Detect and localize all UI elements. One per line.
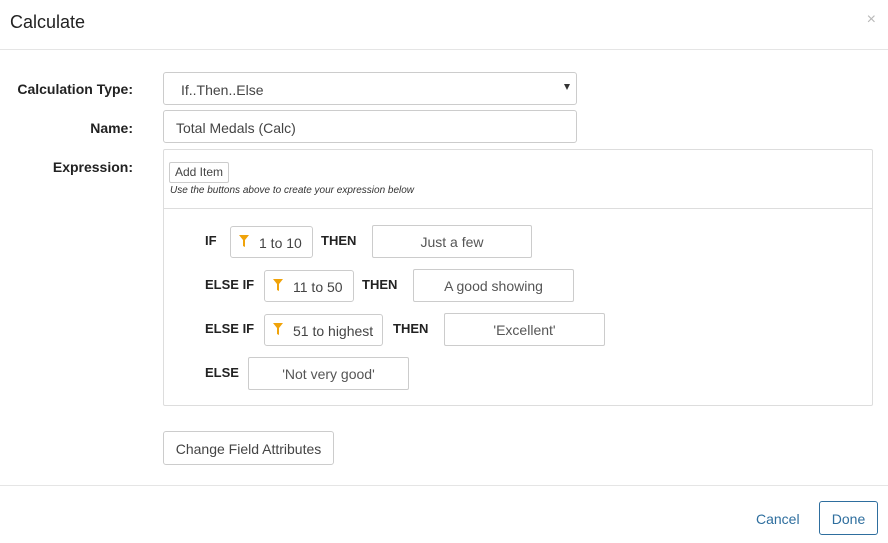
else-keyword: ELSE xyxy=(205,365,239,380)
close-icon[interactable]: × xyxy=(867,12,876,28)
funnel-icon xyxy=(273,279,283,291)
dialog-header: Calculate × xyxy=(0,0,888,50)
add-item-button[interactable]: Add Item xyxy=(169,162,230,183)
else-if-keyword: ELSE IF xyxy=(205,277,255,292)
expression-label: Expression: xyxy=(52,159,133,175)
name-input[interactable]: Total Medals (Calc) xyxy=(163,110,577,143)
filter-button-1[interactable]: 1 to 10 xyxy=(230,226,313,258)
cancel-button[interactable]: Cancel xyxy=(756,511,800,527)
calculation-type-value: If..Then..Else xyxy=(181,82,264,98)
filter-label: 11 to 50 xyxy=(293,279,343,295)
else-value-input[interactable]: 'Not very good' xyxy=(248,357,409,390)
expression-panel: Add Item Use the buttons above to create… xyxy=(163,149,873,406)
expression-toolbar: Add Item Use the buttons above to create… xyxy=(164,150,872,209)
calculation-type-label: Calculation Type: xyxy=(17,81,133,97)
then-keyword: THEN xyxy=(393,321,429,336)
then-value-input[interactable]: Just a few xyxy=(372,225,532,258)
funnel-icon xyxy=(273,323,283,335)
filter-button-3[interactable]: 51 to highest xyxy=(264,314,383,346)
change-field-attributes-button[interactable]: Change Field Attributes xyxy=(163,431,334,465)
then-keyword: THEN xyxy=(362,277,398,292)
then-value-input[interactable]: 'Excellent' xyxy=(444,313,605,346)
caret-down-icon xyxy=(564,84,570,90)
footer-divider xyxy=(0,485,888,486)
funnel-icon xyxy=(239,235,249,247)
expression-hint: Use the buttons above to create your exp… xyxy=(170,185,415,196)
calculation-type-select[interactable]: If..Then..Else xyxy=(163,72,577,105)
done-button[interactable]: Done xyxy=(819,501,878,535)
dialog-title: Calculate xyxy=(10,12,86,32)
else-if-keyword: ELSE IF xyxy=(205,321,255,336)
filter-label: 51 to highest xyxy=(293,323,374,339)
then-keyword: THEN xyxy=(321,233,357,248)
then-value-input[interactable]: A good showing xyxy=(413,269,574,302)
filter-label: 1 to 10 xyxy=(259,235,302,251)
if-keyword: IF xyxy=(205,233,217,248)
filter-button-2[interactable]: 11 to 50 xyxy=(264,270,354,302)
name-label: Name: xyxy=(90,120,133,136)
